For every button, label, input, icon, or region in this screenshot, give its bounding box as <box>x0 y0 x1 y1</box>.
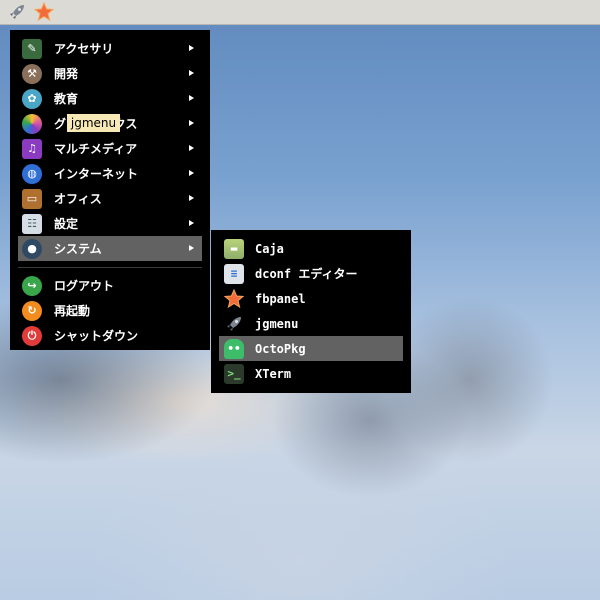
taskbar <box>0 0 600 25</box>
submenu-arrow-icon <box>189 195 194 201</box>
submenu-item-jgmenu[interactable]: jgmenu <box>219 311 403 336</box>
multimedia-icon: ♫ <box>22 138 42 159</box>
shutdown-icon: ⏻ <box>22 325 42 346</box>
menu-item-label: アクセサリ <box>54 42 114 56</box>
octopkg-icon: •• <box>224 338 244 359</box>
menu-item-office[interactable]: ▭ オフィス <box>18 186 202 211</box>
jgmenu-launcher-button[interactable] <box>6 1 28 23</box>
menu-item-logout[interactable]: ↪ ログアウト <box>18 273 202 298</box>
graphics-icon <box>22 113 42 134</box>
menu-item-development[interactable]: ⚒ 開発 <box>18 61 202 86</box>
development-icon: ⚒ <box>22 63 42 84</box>
accessories-icon: ✎ <box>22 38 42 59</box>
menu-item-multimedia[interactable]: ♫ マルチメディア <box>18 136 202 161</box>
submenu-item-label: dconf エディター <box>255 267 358 281</box>
menu-item-label: 開発 <box>54 67 79 81</box>
submenu-item-label: fbpanel <box>255 291 306 306</box>
menu-item-settings[interactable]: ☷ 設定 <box>18 211 202 236</box>
submenu-arrow-icon <box>189 245 194 251</box>
rocket-icon <box>224 314 244 334</box>
internet-icon: ◍ <box>22 163 42 184</box>
menu-item-label: 教育 <box>54 92 79 106</box>
terminal-icon: >_ <box>224 363 244 384</box>
menu-separator <box>18 267 202 268</box>
menu-item-reboot[interactable]: ↻ 再起動 <box>18 298 202 323</box>
submenu-item-label: OctoPkg <box>255 341 306 356</box>
file-manager-icon: ▬ <box>224 238 244 259</box>
submenu-arrow-icon <box>189 70 194 76</box>
menu-item-education[interactable]: ✿ 教育 <box>18 86 202 111</box>
office-icon: ▭ <box>22 188 42 209</box>
menu-item-label: ログアウト <box>54 279 115 293</box>
rocket-icon <box>10 5 24 19</box>
menu-item-shutdown[interactable]: ⏻ シャットダウン <box>18 323 202 348</box>
menu-item-system[interactable]: ● システム <box>18 236 202 261</box>
submenu-item-caja[interactable]: ▬ Caja <box>219 236 403 261</box>
menu-item-label: マルチメディア <box>54 142 138 156</box>
submenu-item-fbpanel[interactable]: fbpanel <box>219 286 403 311</box>
submenu-arrow-icon <box>189 170 194 176</box>
search-highlight: jgmenu <box>67 114 120 132</box>
submenu-item-octopkg[interactable]: •• OctoPkg <box>219 336 403 361</box>
settings-icon: ☷ <box>22 213 42 234</box>
submenu-arrow-icon <box>189 95 194 101</box>
submenu-arrow-icon <box>189 220 194 226</box>
menu-item-label: インターネット <box>54 167 139 181</box>
submenu-arrow-icon <box>189 45 194 51</box>
submenu-arrow-icon <box>189 145 194 151</box>
menu-item-internet[interactable]: ◍ インターネット <box>18 161 202 186</box>
star-icon <box>224 288 244 309</box>
submenu-arrow-icon <box>189 120 194 126</box>
menu-item-label: 設定 <box>54 217 79 231</box>
menu-item-label: オフィス <box>54 192 102 206</box>
dconf-editor-icon: ≡ <box>224 263 244 284</box>
main-menu: ✎ アクセサリ ⚒ 開発 ✿ 教育 グラフィックス ♫ マルチメディア ◍ イン… <box>10 30 210 350</box>
reboot-icon: ↻ <box>22 300 42 321</box>
menu-item-label: シャットダウン <box>54 329 139 343</box>
star-icon <box>34 2 54 22</box>
submenu-item-label: XTerm <box>255 366 292 381</box>
education-icon: ✿ <box>22 88 42 109</box>
system-icon: ● <box>22 238 42 259</box>
submenu-item-label: jgmenu <box>255 316 299 331</box>
menu-item-label: システム <box>54 242 102 256</box>
submenu-item-xterm[interactable]: >_ XTerm <box>219 361 403 386</box>
menu-item-label: 再起動 <box>54 304 91 318</box>
submenu-item-dconf-editor[interactable]: ≡ dconf エディター <box>219 261 403 286</box>
submenu-item-label: Caja <box>255 241 284 256</box>
menu-item-accessories[interactable]: ✎ アクセサリ <box>18 36 202 61</box>
fbpanel-launcher-button[interactable] <box>33 1 55 23</box>
logout-icon: ↪ <box>22 275 42 296</box>
system-submenu: ▬ Caja ≡ dconf エディター fbpanel jgmenu •• O… <box>211 230 411 393</box>
